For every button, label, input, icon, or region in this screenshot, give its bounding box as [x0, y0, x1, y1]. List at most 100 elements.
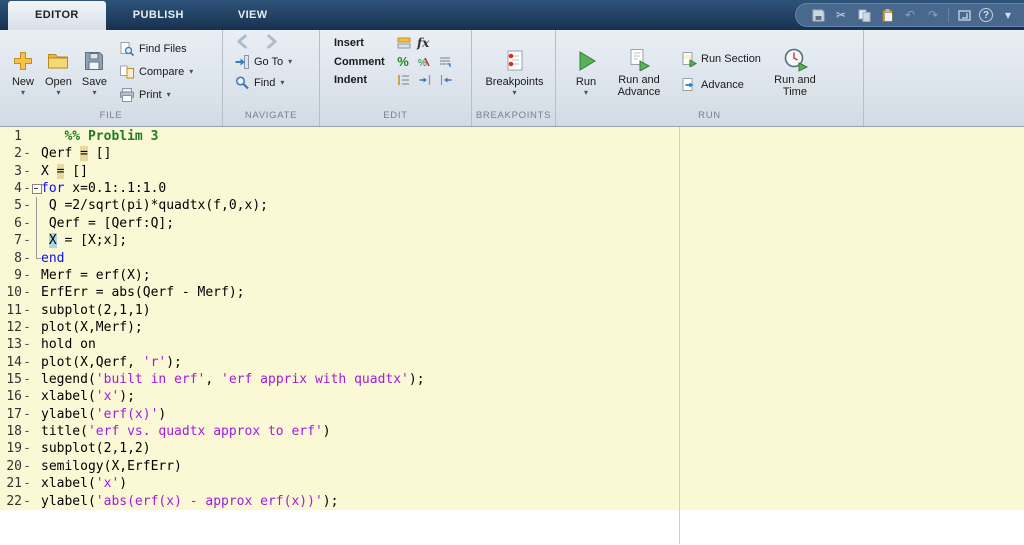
- indent-left-icon[interactable]: [438, 73, 453, 87]
- code-text: %% Problim 3: [41, 128, 158, 145]
- code-editor[interactable]: 1 %% Problim 3 2- Qerf = [] 3- X = [] 4- for x…: [0, 127, 1024, 544]
- breakpoint-dash[interactable]: -: [22, 440, 32, 457]
- fold-marker: [32, 232, 41, 250]
- redo-icon[interactable]: ↷: [925, 7, 941, 23]
- breakpoint-dash[interactable]: -: [22, 458, 32, 475]
- line-number: 13: [6, 337, 22, 353]
- code-segment: ylabel(: [41, 493, 96, 509]
- breakpoint-dash[interactable]: -: [22, 475, 32, 492]
- breakpoint-dash[interactable]: -: [22, 423, 32, 440]
- insert-row: Insert fx: [334, 36, 465, 50]
- breakpoint-dash[interactable]: -: [22, 336, 32, 353]
- code-segment: ylabel(: [41, 406, 96, 422]
- breakpoint-dash[interactable]: -: [22, 319, 32, 336]
- run-and-advance-label: Run and Advance: [617, 73, 661, 98]
- breakpoint-dash[interactable]: -: [22, 388, 32, 405]
- tab-publish[interactable]: PUBLISH: [106, 0, 211, 30]
- breakpoint-dash[interactable]: -: [22, 302, 32, 319]
- code-line: 20- semilogy(X,ErfErr): [0, 458, 1024, 475]
- fold-marker: [32, 388, 41, 405]
- toolbar-menu-chevron-icon[interactable]: ▾: [1000, 7, 1016, 23]
- code-segment: 'erf apprix with quadtx': [221, 372, 409, 388]
- find-files-button[interactable]: Find Files: [118, 40, 193, 57]
- code-segment: ErfErr = abs(Qerf - Merf);: [41, 285, 245, 301]
- indent-right-icon[interactable]: [417, 73, 432, 87]
- code-segment: Qerf = [Qerf:Q];: [41, 215, 175, 231]
- paste-icon[interactable]: [879, 7, 895, 23]
- line-number: 1: [14, 129, 22, 144]
- code-segment: );: [322, 493, 339, 509]
- comment-icon[interactable]: %: [396, 54, 410, 69]
- breakpoints-button[interactable]: Breakpoints ▾: [480, 46, 548, 98]
- copy-icon[interactable]: [856, 7, 872, 23]
- breakpoint-dash[interactable]: -: [22, 232, 32, 249]
- new-button[interactable]: New ▾: [6, 46, 40, 98]
- code-segment: 'x': [95, 476, 120, 492]
- insert-function-icon[interactable]: fx: [417, 36, 429, 50]
- breakpoint-dash[interactable]: -: [22, 354, 32, 371]
- undo-icon[interactable]: ↶: [902, 7, 918, 23]
- code-line: 14- plot(X,Qerf, 'r');: [0, 354, 1024, 371]
- line-number: 22: [6, 493, 22, 509]
- chevron-down-icon: ▾: [56, 87, 61, 97]
- goto-button[interactable]: Go To ▾: [233, 53, 292, 70]
- breakpoint-dash[interactable]: -: [22, 284, 32, 301]
- code-line: 8- end: [0, 249, 1024, 267]
- code-segment: Q =2/sqrt(pi)*quadtx(f,0,x);: [41, 198, 268, 214]
- forward-icon[interactable]: [262, 33, 279, 49]
- run-button[interactable]: Run ▾: [568, 46, 604, 98]
- open-button[interactable]: Open ▾: [40, 46, 77, 98]
- code-text: legend('built in erf', 'erf apprix with …: [41, 371, 425, 388]
- print-button[interactable]: Print ▾: [118, 86, 193, 103]
- run-and-time-button[interactable]: Run and Time: [767, 44, 823, 100]
- code-segment: %% Problim 3: [64, 129, 159, 144]
- chevron-down-icon: ▾: [92, 87, 97, 97]
- code-segment: 'abs(erf(x) - approx erf(x))': [95, 493, 323, 509]
- fold-marker: [32, 302, 41, 319]
- tab-view[interactable]: VIEW: [211, 0, 295, 30]
- breakpoint-dash[interactable]: -: [22, 215, 32, 232]
- breakpoint-dash[interactable]: -: [22, 180, 32, 197]
- find-button[interactable]: Find ▾: [233, 74, 284, 91]
- save-button[interactable]: Save ▾: [77, 46, 112, 98]
- smart-indent-icon[interactable]: [396, 73, 411, 87]
- breakpoint-dash[interactable]: -: [22, 406, 32, 423]
- code-text: Q =2/sqrt(pi)*quadtx(f,0,x);: [41, 197, 268, 214]
- back-icon[interactable]: [235, 33, 252, 49]
- run-section-button[interactable]: Run Section: [680, 50, 761, 67]
- code-line: 21- xlabel('x'): [0, 475, 1024, 492]
- save-icon[interactable]: [810, 7, 826, 23]
- breakpoint-dash[interactable]: -: [22, 371, 32, 388]
- fold-marker: [32, 214, 41, 233]
- code-line: 5- Q =2/sqrt(pi)*quadtx(f,0,x);: [0, 197, 1024, 216]
- fold-marker[interactable]: [32, 180, 42, 197]
- breakpoint-dash[interactable]: -: [22, 250, 32, 267]
- breakpoints-icon: [503, 48, 527, 75]
- line-number: 9: [14, 267, 22, 283]
- breakpoint-dash[interactable]: -: [22, 267, 32, 284]
- code-line: 17- ylabel('erf(x)'): [0, 406, 1024, 423]
- wrap-comments-icon[interactable]: [437, 55, 452, 69]
- help-icon[interactable]: ?: [979, 8, 993, 22]
- advance-button[interactable]: Advance: [680, 76, 761, 93]
- tab-editor[interactable]: EDITOR: [8, 1, 106, 30]
- code-line: 16- xlabel('x');: [0, 388, 1024, 405]
- breakpoint-dash[interactable]: [22, 128, 32, 145]
- insert-section-icon[interactable]: [396, 36, 411, 50]
- cut-icon[interactable]: ✂: [833, 7, 849, 23]
- breakpoint-dash[interactable]: -: [22, 493, 32, 510]
- code-segment: legend(: [41, 372, 96, 388]
- dock-icon[interactable]: [956, 7, 972, 23]
- ribbon-filler: [864, 30, 1024, 126]
- code-segment: 'erf vs. quadtx approx to erf': [87, 424, 323, 440]
- uncomment-icon[interactable]: %: [416, 55, 431, 69]
- code-segment: xlabel(: [41, 476, 96, 492]
- find-files-icon: [118, 41, 135, 57]
- compare-button[interactable]: Compare ▾: [118, 63, 193, 80]
- breakpoint-dash[interactable]: -: [22, 197, 32, 214]
- run-and-advance-button[interactable]: Run and Advance: [610, 44, 668, 100]
- fold-marker: [32, 475, 41, 492]
- breakpoint-dash[interactable]: -: [22, 163, 32, 180]
- breakpoint-dash[interactable]: -: [22, 145, 32, 162]
